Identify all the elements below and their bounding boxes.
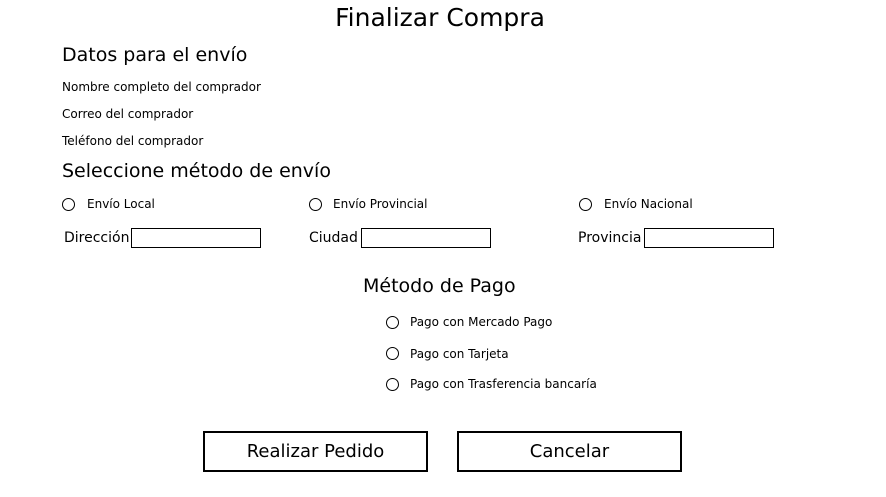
cancel-button[interactable]: Cancelar — [457, 431, 682, 472]
phone-label: Teléfono del comprador — [62, 134, 204, 148]
payment-mercadopago-label: Pago con Mercado Pago — [410, 315, 553, 329]
shipping-method-heading: Seleccione método de envío — [62, 160, 331, 182]
email-label: Correo del comprador — [62, 107, 194, 121]
payment-card-label: Pago con Tarjeta — [410, 347, 509, 361]
payment-card-radio[interactable] — [386, 347, 399, 360]
full-name-label: Nombre completo del comprador — [62, 80, 261, 94]
shipping-national-radio[interactable] — [579, 198, 592, 211]
shipping-data-heading: Datos para el envío — [62, 44, 248, 66]
payment-transfer-radio[interactable] — [386, 378, 399, 391]
shipping-provincial-label: Envío Provincial — [333, 197, 428, 211]
shipping-provincial-radio[interactable] — [309, 198, 322, 211]
payment-method-heading: Método de Pago — [363, 275, 516, 297]
address-input[interactable] — [131, 228, 261, 248]
province-input[interactable] — [644, 228, 774, 248]
payment-mercadopago-radio[interactable] — [386, 316, 399, 329]
shipping-national-label: Envío Nacional — [604, 197, 693, 211]
city-label: Ciudad — [309, 230, 358, 246]
shipping-local-radio[interactable] — [62, 198, 75, 211]
shipping-local-label: Envío Local — [87, 197, 155, 211]
page-title: Finalizar Compra — [335, 3, 545, 32]
city-input[interactable] — [361, 228, 491, 248]
payment-transfer-label: Pago con Trasferencia bancaría — [410, 377, 597, 391]
province-label: Provincia — [578, 230, 642, 246]
submit-order-button[interactable]: Realizar Pedido — [203, 431, 428, 472]
address-label: Dirección — [64, 230, 130, 246]
